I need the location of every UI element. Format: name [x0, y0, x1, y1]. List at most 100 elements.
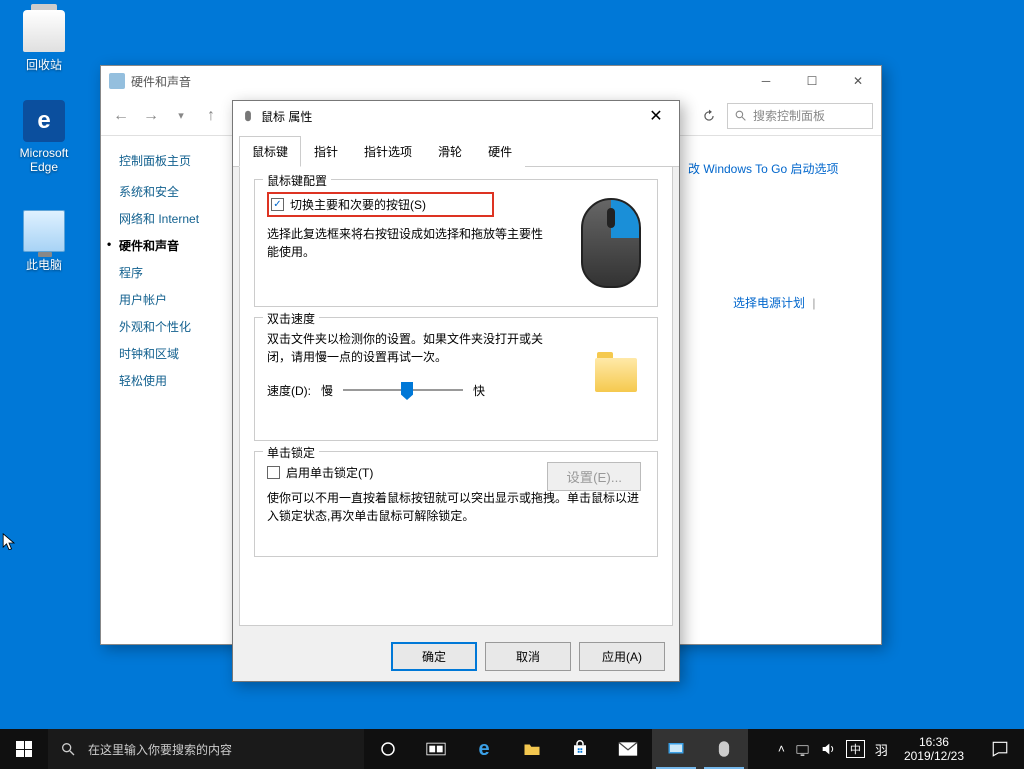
speed-slider[interactable] — [343, 380, 463, 400]
dlg-title: 鼠标 属性 — [261, 108, 312, 125]
edge-label: Microsoft Edge — [6, 146, 82, 174]
double-click-help: 双击文件夹以检测你的设置。如果文件夹没打开或关闭，请用慢一点的设置再试一次。 — [267, 330, 547, 366]
legend-click-lock: 单击锁定 — [263, 444, 319, 461]
cp-titlebar[interactable]: 硬件和声音 ─ ☐ ✕ — [101, 66, 881, 96]
sidebar-link-network[interactable]: 网络和 Internet — [119, 210, 221, 227]
speed-label: 速度(D): — [267, 382, 311, 399]
task-mail[interactable] — [604, 729, 652, 769]
edge-icon: e — [23, 100, 65, 142]
legend-double-click: 双击速度 — [263, 310, 319, 327]
taskbar-search-placeholder: 在这里输入你要搜索的内容 — [88, 741, 232, 758]
taskbar: 在这里输入你要搜索的内容 e ˄ 中 羽 16:36 2019/12/23 — [0, 729, 1024, 769]
cp-title-icon — [109, 73, 125, 89]
desktop-icon-this-pc[interactable]: 此电脑 — [6, 210, 82, 273]
sidebar-link-appearance[interactable]: 外观和个性化 — [119, 318, 221, 335]
refresh-button[interactable] — [697, 104, 721, 128]
cp-close-button[interactable]: ✕ — [835, 66, 881, 96]
tab-pointer-options[interactable]: 指针选项 — [351, 136, 425, 167]
tab-buttons[interactable]: 鼠标键 — [239, 136, 301, 167]
nav-up-button[interactable]: ↑ — [199, 104, 223, 128]
sidebar-link-hardware-sound[interactable]: 硬件和声音 — [119, 237, 221, 254]
cp-sidebar: 控制面板主页 系统和安全 网络和 Internet 硬件和声音 程序 用户帐户 … — [101, 136, 221, 644]
checkbox-icon: ✓ — [271, 198, 284, 211]
tab-wheel[interactable]: 滑轮 — [425, 136, 475, 167]
pc-label: 此电脑 — [6, 256, 82, 273]
mouse-properties-dialog: 鼠标 属性 ✕ 鼠标键 指针 指针选项 滑轮 硬件 鼠标键配置 ✓ 切换主要和次… — [232, 100, 680, 682]
tray-chevron-up-icon[interactable]: ˄ — [778, 742, 785, 756]
tray-notifications[interactable] — [980, 729, 1020, 769]
apply-button[interactable]: 应用(A) — [579, 642, 665, 671]
click-lock-settings-button: 设置(E)... — [547, 462, 641, 491]
nav-recent-button[interactable]: ▾ — [169, 104, 193, 128]
swap-buttons-label: 切换主要和次要的按钮(S) — [290, 196, 426, 213]
tray-date: 2019/12/23 — [904, 749, 964, 763]
group-button-config: 鼠标键配置 ✓ 切换主要和次要的按钮(S) 选择此复选框来将右按钮设成如选择和拖… — [254, 179, 658, 307]
nav-forward-button[interactable]: → — [139, 104, 163, 128]
system-tray: ˄ 中 羽 16:36 2019/12/23 — [778, 729, 1024, 769]
task-cortana[interactable] — [364, 729, 412, 769]
nav-back-button[interactable]: ← — [109, 104, 133, 128]
legend-button-config: 鼠标键配置 — [263, 172, 331, 189]
slider-thumb[interactable] — [401, 382, 413, 400]
tray-network-icon[interactable] — [795, 742, 810, 757]
taskbar-search[interactable]: 在这里输入你要搜索的内容 — [48, 729, 364, 769]
search-placeholder: 搜索控制面板 — [753, 107, 825, 124]
cp-title: 硬件和声音 — [131, 73, 191, 90]
click-lock-label: 启用单击锁定(T) — [286, 464, 373, 481]
desktop-icon-recycle-bin[interactable]: 回收站 — [6, 10, 82, 73]
mouse-illustration — [581, 198, 641, 288]
task-store[interactable] — [556, 729, 604, 769]
cp-sidebar-heading[interactable]: 控制面板主页 — [119, 152, 221, 169]
dlg-content: 鼠标键配置 ✓ 切换主要和次要的按钮(S) 选择此复选框来将右按钮设成如选择和拖… — [239, 167, 673, 626]
ok-button[interactable]: 确定 — [391, 642, 477, 671]
desktop-icon-edge[interactable]: e Microsoft Edge — [6, 100, 82, 174]
start-button[interactable] — [0, 729, 48, 769]
cp-minimize-button[interactable]: ─ — [743, 66, 789, 96]
cp-maximize-button[interactable]: ☐ — [789, 66, 835, 96]
tab-pointers[interactable]: 指针 — [301, 136, 351, 167]
search-icon — [60, 741, 76, 757]
button-config-help: 选择此复选框来将右按钮设成如选择和拖放等主要性能使用。 — [267, 225, 547, 261]
group-click-lock: 单击锁定 ✓ 启用单击锁定(T) 设置(E)... 使你可以不用一直按着鼠标按钮… — [254, 451, 658, 557]
speed-fast: 快 — [473, 382, 485, 399]
cancel-button[interactable]: 取消 — [485, 642, 571, 671]
windows-logo-icon — [16, 741, 32, 757]
highlight-box: ✓ 切换主要和次要的按钮(S) — [267, 192, 494, 217]
speed-slider-row: 速度(D): 慢 快 — [267, 380, 645, 400]
dlg-titlebar[interactable]: 鼠标 属性 ✕ — [233, 101, 679, 131]
checkbox-icon: ✓ — [267, 466, 280, 479]
sidebar-link-accounts[interactable]: 用户帐户 — [119, 291, 221, 308]
cursor-icon — [2, 533, 16, 553]
pc-icon — [23, 210, 65, 252]
mouse-icon — [241, 109, 255, 123]
swap-buttons-checkbox[interactable]: ✓ 切换主要和次要的按钮(S) — [271, 196, 426, 213]
tray-volume-icon[interactable] — [820, 741, 836, 757]
dlg-tabs: 鼠标键 指针 指针选项 滑轮 硬件 — [233, 131, 679, 167]
search-icon — [734, 109, 747, 122]
link-windows-to-go[interactable]: 改 Windows To Go 启动选项 — [688, 160, 838, 177]
taskbar-items: e — [364, 729, 748, 769]
refresh-icon — [702, 109, 716, 123]
task-explorer[interactable] — [508, 729, 556, 769]
sidebar-link-ease-access[interactable]: 轻松使用 — [119, 372, 221, 389]
recycle-bin-icon — [23, 10, 65, 52]
sidebar-link-system-security[interactable]: 系统和安全 — [119, 183, 221, 200]
tab-hardware[interactable]: 硬件 — [475, 136, 525, 167]
sidebar-link-clock-region[interactable]: 时钟和区域 — [119, 345, 221, 362]
tray-ime-lang[interactable]: 中 — [846, 740, 865, 758]
task-edge[interactable]: e — [460, 729, 508, 769]
folder-test-icon[interactable] — [595, 358, 637, 392]
tray-ime-mode[interactable]: 羽 — [875, 740, 888, 759]
dlg-close-button[interactable]: ✕ — [633, 101, 679, 131]
cp-search-box[interactable]: 搜索控制面板 — [727, 103, 873, 129]
speed-slow: 慢 — [321, 382, 333, 399]
task-control-panel[interactable] — [652, 729, 700, 769]
dlg-button-row: 确定 取消 应用(A) — [233, 632, 679, 681]
sidebar-link-programs[interactable]: 程序 — [119, 264, 221, 281]
task-mouse-settings[interactable] — [700, 729, 748, 769]
task-taskview[interactable] — [412, 729, 460, 769]
tray-clock[interactable]: 16:36 2019/12/23 — [898, 735, 970, 764]
tray-time: 16:36 — [904, 735, 964, 749]
link-power-plan[interactable]: 选择电源计划 — [733, 296, 805, 310]
separator: | — [812, 296, 815, 310]
